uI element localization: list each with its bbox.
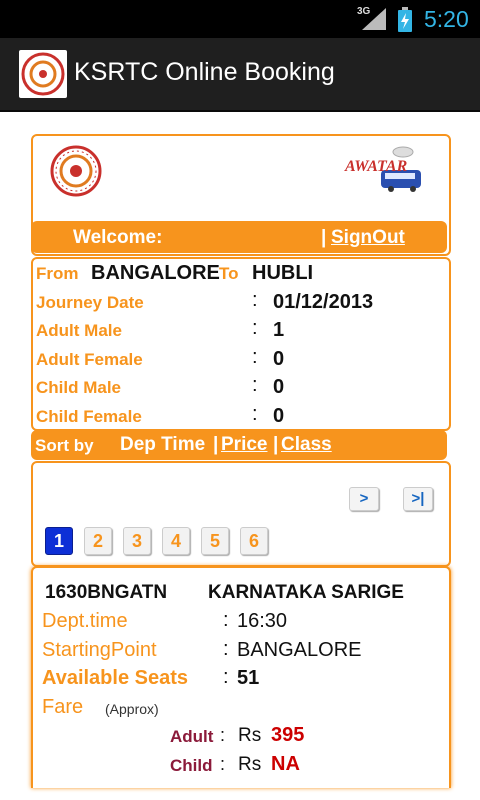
available-seats-value: 51 — [237, 667, 260, 689]
service-card[interactable]: 1630BNGATN KARNATAKA SARIGE Dept.time : … — [31, 566, 451, 788]
service-name: KARNATAKA SARIGE — [208, 582, 404, 603]
starting-point-label: StartingPoint — [42, 639, 157, 661]
dept-time-label: Dept.time — [42, 610, 128, 632]
colon: : — [252, 403, 258, 425]
dept-time-value: 16:30 — [237, 610, 288, 632]
battery-icon — [398, 7, 412, 32]
child-female-value: 0 — [273, 405, 285, 427]
child-female-label: Child Female — [36, 407, 142, 426]
colon: : — [252, 289, 258, 311]
ksrtc-logo-icon[interactable] — [19, 50, 67, 98]
adult-male-value: 1 — [273, 319, 285, 341]
child-male-label: Child Male — [36, 378, 122, 397]
adult-female-value: 0 — [273, 348, 285, 370]
app-title: KSRTC Online Booking — [74, 58, 335, 86]
colon: : — [220, 725, 226, 745]
colon: : — [223, 666, 229, 688]
page-button-5[interactable]: 5 — [201, 527, 229, 555]
page-button-6[interactable]: 6 — [240, 527, 268, 555]
colon: : — [223, 609, 229, 631]
signout-link[interactable]: SignOut — [331, 227, 405, 249]
page-button-3[interactable]: 3 — [123, 527, 151, 555]
sort-dep-time-link[interactable]: Dep Time — [120, 434, 205, 456]
last-page-button[interactable]: >| — [403, 487, 433, 511]
journey-date-value: 01/12/2013 — [273, 291, 374, 313]
available-seats-label: Available Seats — [42, 667, 189, 689]
from-label: From — [36, 264, 79, 283]
ksrtc-emblem-logo — [50, 145, 102, 197]
sort-class-link[interactable]: Class — [281, 434, 332, 456]
child-fare-label: Child — [170, 756, 213, 775]
adult-female-label: Adult Female — [36, 350, 143, 369]
welcome-bar: Welcome: | SignOut — [31, 221, 447, 253]
sort-bar: Sort by Dep Time | Price | Class — [31, 430, 447, 460]
adult-male-label: Adult Male — [36, 321, 122, 340]
colon: : — [252, 317, 258, 339]
awatar-logo-text: AWATAR — [345, 158, 408, 175]
colon: : — [252, 346, 258, 368]
journey-date-label: Journey Date — [36, 293, 144, 312]
page-button-1[interactable]: 1 — [45, 527, 73, 555]
sort-separator: | — [273, 434, 279, 455]
child-currency: Rs — [238, 754, 262, 775]
adult-currency: Rs — [238, 725, 262, 746]
child-male-value: 0 — [273, 376, 285, 398]
to-label: To — [219, 264, 239, 283]
signal-icon — [362, 8, 386, 30]
service-code: 1630BNGATN — [45, 582, 168, 603]
page-button-4[interactable]: 4 — [162, 527, 190, 555]
fare-label: Fare — [42, 696, 84, 718]
colon: : — [223, 638, 229, 660]
to-value: HUBLI — [252, 262, 314, 284]
colon: : — [220, 754, 226, 774]
sort-separator: | — [213, 434, 219, 455]
adult-fare-label: Adult — [170, 727, 214, 746]
starting-point-value: BANGALORE — [237, 639, 362, 661]
colon: : — [252, 374, 258, 396]
welcome-label: Welcome: — [73, 227, 163, 248]
fare-note: (Approx) — [105, 701, 159, 717]
sort-price-link[interactable]: Price — [221, 434, 267, 456]
separator: | — [321, 227, 327, 248]
journey-panel: From BANGALORE To HUBLI Journey Date : 0… — [31, 257, 451, 431]
next-page-button[interactable]: > — [349, 487, 379, 511]
adult-fare-value: 395 — [271, 724, 305, 746]
clock: 5:20 — [424, 6, 469, 32]
sort-label: Sort by — [35, 436, 94, 455]
status-bar: 3G 5:20 — [0, 0, 480, 38]
page-button-2[interactable]: 2 — [84, 527, 112, 555]
awatar-logo: AWATAR — [339, 144, 425, 192]
action-bar: KSRTC Online Booking — [0, 38, 480, 112]
from-value: BANGALORE — [91, 262, 220, 284]
child-fare-value: NA — [271, 753, 300, 775]
